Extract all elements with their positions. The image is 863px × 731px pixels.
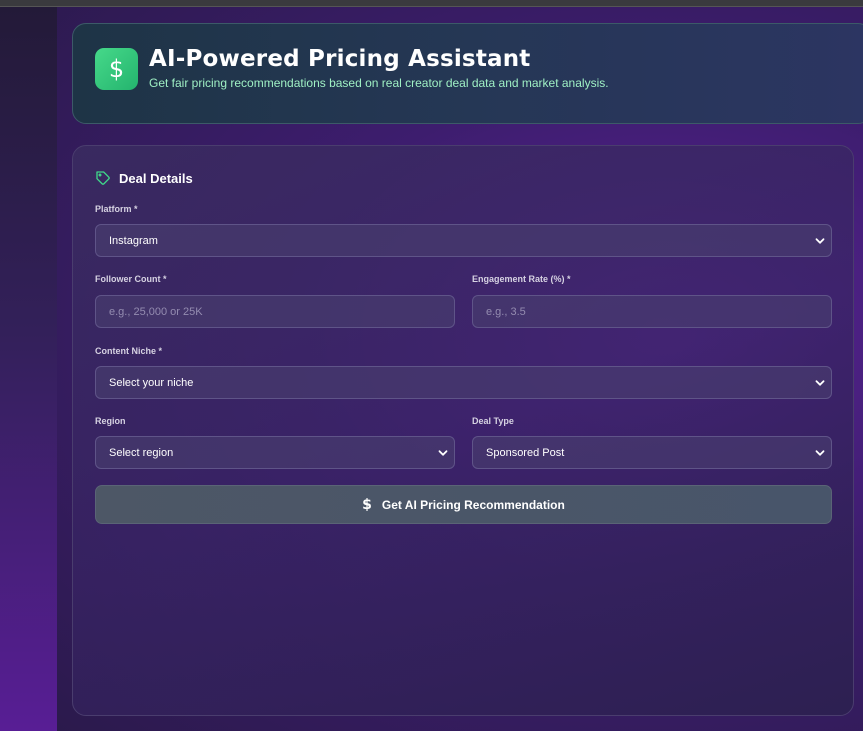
chevron-down-icon [815,380,825,386]
get-recommendation-button[interactable]: $ Get AI Pricing Recommendation [95,485,832,524]
engagement-rate-input[interactable]: e.g., 3.5 [472,295,832,328]
region-label: Region [95,416,126,426]
dollar-icon: $ [362,496,372,513]
card-title: Deal Details [119,170,193,186]
deal-type-label: Deal Type [472,416,514,426]
deal-type-select[interactable]: Sponsored Post [472,436,832,469]
region-value: Select region [109,446,174,459]
get-recommendation-label: Get AI Pricing Recommendation [381,497,565,512]
engagement-rate-label: Engagement Rate (%) * [472,274,571,284]
card-header: Deal Details [95,170,193,186]
content-niche-select[interactable]: Select your niche [95,366,832,399]
content-niche-label: Content Niche * [95,346,163,356]
dollar-icon: $ [95,48,138,90]
engagement-rate-placeholder: e.g., 3.5 [486,305,526,318]
platform-select[interactable]: Instagram [95,224,832,257]
header-card: $ AI-Powered Pricing Assistant Get fair … [72,23,863,124]
page-subtitle: Get fair pricing recommendations based o… [149,76,609,90]
window-top-bar [0,0,863,7]
follower-count-label: Follower Count * [95,274,167,284]
deal-type-value: Sponsored Post [486,446,565,459]
follower-count-input[interactable]: e.g., 25,000 or 25K [95,295,455,328]
platform-value: Instagram [109,234,158,247]
chevron-down-icon [815,450,825,456]
region-select[interactable]: Select region [95,436,455,469]
left-sidebar-rail [0,7,57,731]
chevron-down-icon [438,450,448,456]
deal-details-card: Deal Details Platform * Instagram Follow… [72,145,854,716]
platform-label: Platform * [95,204,138,214]
follower-count-placeholder: e.g., 25,000 or 25K [109,305,203,318]
tag-icon [96,171,110,185]
chevron-down-icon [815,238,825,244]
content-niche-value: Select your niche [109,376,194,389]
page-title: AI-Powered Pricing Assistant [149,46,531,72]
